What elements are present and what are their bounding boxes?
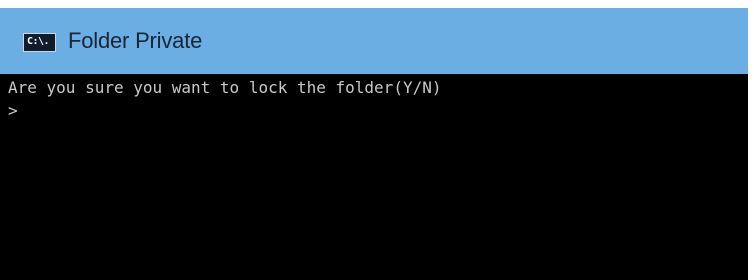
console-output[interactable]: Are you sure you want to lock the folder…: [0, 74, 754, 280]
console-prompt-question: Are you sure you want to lock the folder…: [8, 78, 442, 97]
console-input-prompt[interactable]: >: [8, 99, 754, 122]
command-prompt-icon[interactable]: C:\.: [23, 32, 56, 52]
window-title: Folder Private: [68, 28, 203, 53]
console-window: C:\. Folder Private Are you sure you wan…: [0, 0, 754, 280]
window-top-border: [0, 0, 754, 8]
command-prompt-icon-glyph: C:\.: [27, 36, 50, 47]
window-right-border: [748, 0, 754, 280]
title-bar[interactable]: C:\. Folder Private: [0, 8, 754, 74]
